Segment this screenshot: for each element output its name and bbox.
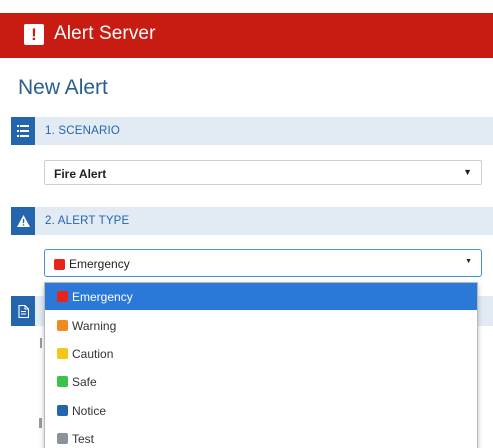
test-color-swatch [57,433,68,444]
dropdown-option-emergency[interactable]: Emergency [45,283,477,310]
caret-down-icon: ▼ [465,258,472,265]
warning-icon [11,207,35,235]
caret-down-icon: ▼ [463,167,472,177]
app-title: Alert Server [54,23,156,44]
obscured-content [39,418,42,428]
alert-type-selected-label: Emergency [69,257,130,271]
section-alert-type-header: 2. ALERT TYPE [11,207,493,235]
list-icon [11,117,35,145]
dropdown-option-test[interactable]: Test [45,425,477,448]
scenario-select[interactable]: Fire Alert ▼ [44,160,482,185]
document-icon [11,296,35,326]
alert-type-dropdown[interactable]: Emergency Warning Caution Safe Notice Te… [44,282,478,448]
obscured-content [40,338,42,348]
dropdown-option-warning[interactable]: Warning [45,312,477,339]
warning-color-swatch [57,320,68,331]
notice-color-swatch [57,405,68,416]
page-title: New Alert [18,76,108,99]
section-scenario-header: 1. SCENARIO [11,117,493,145]
scenario-select-value: Fire Alert [54,167,107,181]
dropdown-option-label: Test [72,431,95,446]
alert-logo-icon: ! [24,24,44,45]
alert-type-select[interactable]: Emergency ▼ [44,249,482,277]
section-scenario-label: 1. SCENARIO [45,125,121,137]
section-alert-type-label: 2. ALERT TYPE [45,215,130,227]
alert-type-select-value: Emergency [54,257,130,271]
emergency-color-swatch [54,258,65,270]
dropdown-option-label: Caution [72,346,114,361]
emergency-color-swatch [57,291,68,302]
safe-color-swatch [57,376,68,387]
dropdown-option-notice[interactable]: Notice [45,397,477,424]
dropdown-option-caution[interactable]: Caution [45,340,477,367]
caution-color-swatch [57,348,68,359]
dropdown-option-label: Safe [72,374,97,389]
dropdown-option-label: Notice [72,403,107,418]
dropdown-option-label: Warning [72,318,117,333]
dropdown-option-safe[interactable]: Safe [45,368,477,395]
dropdown-option-label: Emergency [72,289,133,304]
app-header: ! Alert Server [0,13,493,58]
